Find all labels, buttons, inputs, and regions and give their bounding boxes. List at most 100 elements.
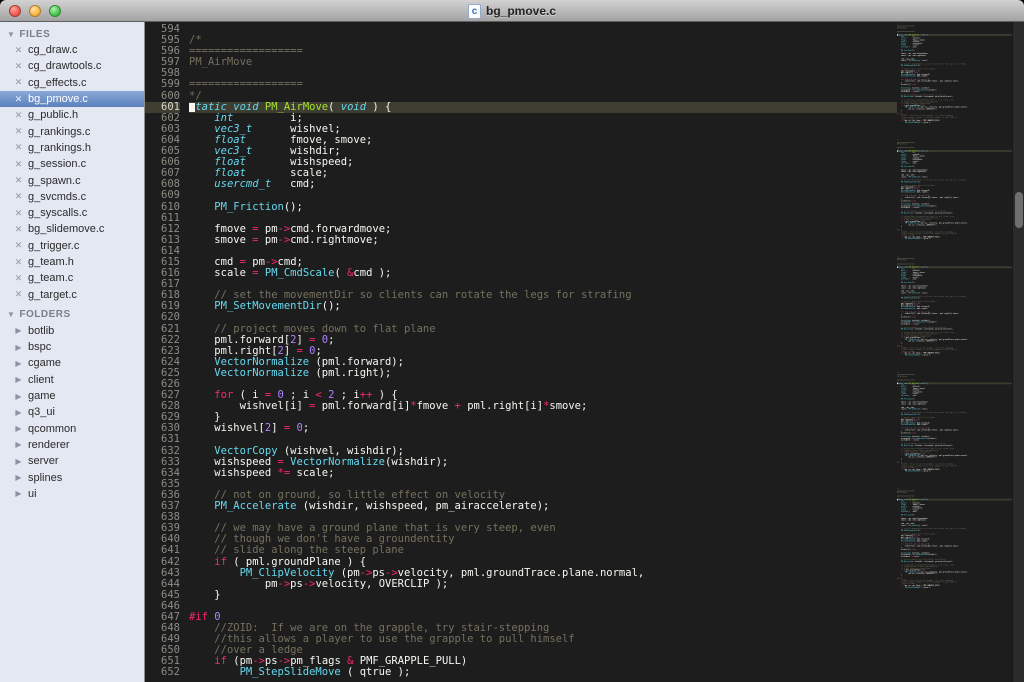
sidebar-file-g_team-c[interactable]: ✕g_team.c <box>0 270 144 286</box>
close-file-icon[interactable]: ✕ <box>14 273 23 284</box>
sidebar-file-g_public-h[interactable]: ✕g_public.h <box>0 107 144 123</box>
close-file-icon[interactable]: ✕ <box>14 175 23 186</box>
sidebar-file-g_svcmds-c[interactable]: ✕g_svcmds.c <box>0 189 144 205</box>
close-file-icon[interactable]: ✕ <box>14 94 23 105</box>
code-line: PM_StepSlideMove ( qtrue ); <box>897 586 1012 588</box>
sidebar-folder-q3_ui[interactable]: ▶q3_ui <box>0 404 144 420</box>
minimize-button[interactable] <box>29 5 41 17</box>
disclosure-right-icon[interactable]: ▶ <box>14 424 23 433</box>
code-line[interactable]: PM_AirMove <box>189 57 897 68</box>
code-line[interactable]: pm->ps->velocity, OVERCLIP ); <box>189 579 897 590</box>
disclosure-right-icon[interactable]: ▶ <box>14 359 23 368</box>
close-button[interactable] <box>9 5 21 17</box>
sidebar-folder-client[interactable]: ▶ client <box>0 372 144 388</box>
code-line[interactable]: PM_SetMovementDir(); <box>189 301 897 312</box>
sidebar-folder-server[interactable]: ▶ server <box>0 453 144 469</box>
sidebar-file-g_spawn-c[interactable]: ✕g_spawn.c <box>0 172 144 188</box>
disclosure-right-icon[interactable]: ▶ <box>14 473 23 482</box>
disclosure-right-icon[interactable]: ▶ <box>14 326 23 335</box>
sidebar-file-g_target-c[interactable]: ✕g_target.c <box>0 286 144 302</box>
close-file-icon[interactable]: ✕ <box>14 159 23 170</box>
sidebar-file-g_syscalls-c[interactable]: ✕g_syscalls.c <box>0 205 144 221</box>
sidebar-file-bg_pmove-c[interactable]: ✕bg_pmove.c <box>0 91 144 107</box>
line-number: 641 <box>145 545 180 556</box>
code-line[interactable]: usercmd_t cmd; <box>189 179 897 190</box>
close-file-icon[interactable]: ✕ <box>14 224 23 235</box>
close-file-icon[interactable]: ✕ <box>14 289 23 300</box>
code-line[interactable]: PM_Accelerate (wishdir, wishspeed, pm_ai… <box>189 501 897 512</box>
code-line[interactable]: ================== <box>189 79 897 90</box>
sidebar-folder-game[interactable]: ▶game <box>0 388 144 404</box>
code-line[interactable]: PM_StepSlideMove ( qtrue ); <box>189 667 897 678</box>
code-line: PM_StepSlideMove ( qtrue ); <box>897 238 1012 240</box>
code-line[interactable]: VectorNormalize (pml.right); <box>189 368 897 379</box>
scrollbar-track[interactable] <box>1012 22 1024 682</box>
code-line[interactable]: scale = PM_CmdScale( &cmd ); <box>189 268 897 279</box>
sidebar-folder-ui[interactable]: ▶ui <box>0 486 144 502</box>
zoom-button[interactable] <box>49 5 61 17</box>
close-file-icon[interactable]: ✕ <box>14 45 23 56</box>
disclosure-right-icon[interactable]: ▶ <box>14 489 23 498</box>
close-file-icon[interactable]: ✕ <box>14 77 23 88</box>
disclosure-right-icon[interactable]: ▶ <box>14 392 23 401</box>
code-line[interactable]: wishspeed *= scale; <box>189 468 897 479</box>
window: c bg_pmove.c ▼ FILES ✕cg_draw.c✕cg_drawt… <box>0 0 1024 682</box>
code-line[interactable]: } <box>189 590 897 601</box>
sidebar-file-cg_effects-c[interactable]: ✕cg_effects.c <box>0 75 144 91</box>
close-file-icon[interactable]: ✕ <box>14 110 23 121</box>
files-header-label: FILES <box>19 29 50 40</box>
code-line[interactable]: wishvel[2] = 0; <box>189 423 897 434</box>
close-file-icon[interactable]: ✕ <box>14 208 23 219</box>
disclosure-right-icon[interactable]: ▶ <box>14 343 23 352</box>
sidebar-file-g_rankings-h[interactable]: ✕g_rankings.h <box>0 140 144 156</box>
folder-list: ▶botlib▶bspc▶cgame▶client▶game▶q3_ui▶qco… <box>0 323 144 502</box>
sidebar: ▼ FILES ✕cg_draw.c✕cg_drawtools.c✕cg_eff… <box>0 22 145 682</box>
code-line[interactable] <box>189 24 897 35</box>
close-file-icon[interactable]: ✕ <box>14 142 23 153</box>
sidebar-file-g_trigger-c[interactable]: ✕g_trigger.c <box>0 238 144 254</box>
sidebar-file-g_team-h[interactable]: ✕g_team.h <box>0 254 144 270</box>
folder-name-label: server <box>28 455 59 467</box>
sidebar-folder-renderer[interactable]: ▶ renderer <box>0 437 144 453</box>
gutter: 5945955965975985996006016026036046056066… <box>145 24 189 682</box>
code-line[interactable]: wishvel[i] = pml.forward[i]*fmove + pml.… <box>189 401 897 412</box>
code-line[interactable]: ================== <box>189 46 897 57</box>
folder-name-label: client <box>28 374 54 386</box>
sidebar-file-g_rankings-c[interactable]: ✕g_rankings.c <box>0 123 144 139</box>
sidebar-folder-qcommon[interactable]: ▶qcommon <box>0 421 144 437</box>
disclosure-right-icon[interactable]: ▶ <box>14 375 23 384</box>
title-bar[interactable]: c bg_pmove.c <box>0 0 1024 22</box>
minimap-code-block: /*==================PM_AirMove==========… <box>897 254 1012 355</box>
code-area[interactable]: /*==================PM_AirMove==========… <box>189 24 897 682</box>
line-number: 610 <box>145 202 180 213</box>
code-line[interactable] <box>189 601 897 612</box>
line-number: 642 <box>145 557 180 568</box>
minimap-code-block: /*==================PM_AirMove==========… <box>897 138 1012 239</box>
close-file-icon[interactable]: ✕ <box>14 191 23 202</box>
scrollbar-thumb[interactable] <box>1015 192 1023 228</box>
sidebar-file-bg_slidemove-c[interactable]: ✕ bg_slidemove.c <box>0 221 144 237</box>
disclosure-right-icon[interactable]: ▶ <box>14 408 23 417</box>
sidebar-folder-botlib[interactable]: ▶ botlib <box>0 323 144 339</box>
minimap[interactable]: /*==================PM_AirMove==========… <box>897 22 1012 682</box>
sidebar-folder-splines[interactable]: ▶splines <box>0 469 144 485</box>
close-file-icon[interactable]: ✕ <box>14 240 23 251</box>
sidebar-file-cg_draw-c[interactable]: ✕cg_draw.c <box>0 42 144 58</box>
close-file-icon[interactable]: ✕ <box>14 61 23 72</box>
sidebar-file-cg_drawtools-c[interactable]: ✕cg_drawtools.c <box>0 58 144 74</box>
file-name-label: bg_slidemove.c <box>28 223 104 235</box>
sidebar-folder-cgame[interactable]: ▶cgame <box>0 355 144 371</box>
folder-name-label: botlib <box>28 325 54 337</box>
close-file-icon[interactable]: ✕ <box>14 126 23 137</box>
code-line: PM_StepSlideMove ( qtrue ); <box>897 470 1012 472</box>
files-group-header[interactable]: ▼ FILES <box>0 26 144 42</box>
folders-group-header[interactable]: ▼ FOLDERS <box>0 307 144 323</box>
folder-name-label: renderer <box>28 439 70 451</box>
disclosure-right-icon[interactable]: ▶ <box>14 457 23 466</box>
disclosure-right-icon[interactable]: ▶ <box>14 440 23 449</box>
code-line[interactable]: smove = pm->cmd.rightmove; <box>189 235 897 246</box>
sidebar-file-g_session-c[interactable]: ✕g_session.c <box>0 156 144 172</box>
close-file-icon[interactable]: ✕ <box>14 257 23 268</box>
sidebar-folder-bspc[interactable]: ▶bspc <box>0 339 144 355</box>
code-line[interactable]: PM_Friction(); <box>189 202 897 213</box>
